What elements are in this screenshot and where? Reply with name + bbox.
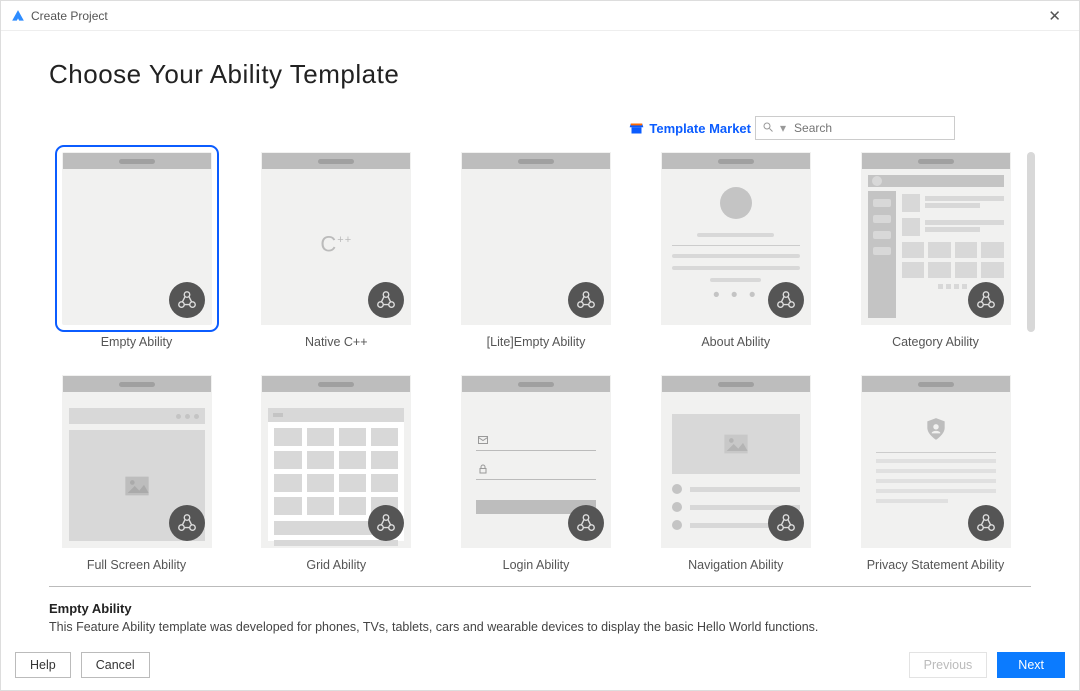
template-item[interactable]: Navigation Ability xyxy=(648,375,823,572)
ability-badge-icon xyxy=(968,282,1004,318)
footer: Help Cancel Previous Next xyxy=(1,646,1079,690)
search-icon xyxy=(762,121,774,135)
toolbar: Template Market ▾ xyxy=(49,114,1031,142)
previous-button[interactable]: Previous xyxy=(909,652,988,678)
template-thumbnail[interactable] xyxy=(661,375,811,548)
page-title: Choose Your Ability Template xyxy=(49,59,1031,90)
template-thumbnail[interactable]: C++ xyxy=(261,152,411,325)
next-button[interactable]: Next xyxy=(997,652,1065,678)
template-item[interactable]: Category Ability xyxy=(848,152,1023,349)
window-title: Create Project xyxy=(31,9,108,23)
template-label: [Lite]Empty Ability xyxy=(487,335,586,349)
template-label: Full Screen Ability xyxy=(87,558,186,572)
scrollbar[interactable] xyxy=(1027,152,1035,332)
ability-badge-icon xyxy=(368,505,404,541)
ability-badge-icon xyxy=(368,282,404,318)
template-label: Category Ability xyxy=(892,335,979,349)
template-item[interactable]: Empty Ability xyxy=(49,152,224,349)
window: Create Project ✕ Choose Your Ability Tem… xyxy=(0,0,1080,691)
template-thumbnail[interactable] xyxy=(62,152,212,325)
template-label: Navigation Ability xyxy=(688,558,783,572)
ability-badge-icon xyxy=(768,282,804,318)
template-label: Privacy Statement Ability xyxy=(867,558,1005,572)
template-label: About Ability xyxy=(701,335,770,349)
search-input[interactable]: ▾ xyxy=(755,116,955,140)
template-thumbnail[interactable] xyxy=(461,375,611,548)
template-thumbnail[interactable] xyxy=(461,152,611,325)
template-thumbnail[interactable] xyxy=(261,375,411,548)
titlebar: Create Project ✕ xyxy=(1,1,1079,31)
template-item[interactable]: Login Ability xyxy=(449,375,624,572)
ability-badge-icon xyxy=(568,282,604,318)
template-item[interactable]: Grid Ability xyxy=(249,375,424,572)
template-market-label: Template Market xyxy=(649,121,751,136)
ability-badge-icon xyxy=(169,505,205,541)
template-thumbnail[interactable] xyxy=(861,152,1011,325)
template-gallery: Empty Ability C++ Native C++ [Lite]Empty Ab… xyxy=(49,152,1031,587)
template-item[interactable]: [Lite]Empty Ability xyxy=(449,152,624,349)
template-label: Empty Ability xyxy=(101,335,173,349)
ability-badge-icon xyxy=(768,505,804,541)
template-thumbnail[interactable] xyxy=(62,375,212,548)
template-market-link[interactable]: Template Market xyxy=(629,121,751,136)
template-description: Empty Ability This Feature Ability templ… xyxy=(49,601,1031,634)
app-icon xyxy=(11,9,25,23)
template-label: Native C++ xyxy=(305,335,368,349)
cancel-button[interactable]: Cancel xyxy=(81,652,150,678)
description-title: Empty Ability xyxy=(49,601,1031,616)
template-item[interactable]: C++ Native C++ xyxy=(249,152,424,349)
help-button[interactable]: Help xyxy=(15,652,71,678)
description-text: This Feature Ability template was develo… xyxy=(49,620,1031,634)
ability-badge-icon xyxy=(568,505,604,541)
close-button[interactable]: ✕ xyxy=(1040,3,1069,29)
search-field[interactable] xyxy=(792,120,948,136)
template-label: Grid Ability xyxy=(306,558,366,572)
ability-badge-icon xyxy=(968,505,1004,541)
template-item[interactable]: Full Screen Ability xyxy=(49,375,224,572)
template-item[interactable]: Privacy Statement Ability xyxy=(848,375,1023,572)
ability-badge-icon xyxy=(169,282,205,318)
template-thumbnail[interactable]: • • • xyxy=(661,152,811,325)
market-icon xyxy=(629,121,644,136)
template-thumbnail[interactable] xyxy=(861,375,1011,548)
template-label: Login Ability xyxy=(503,558,570,572)
template-item[interactable]: • • • About Ability xyxy=(648,152,823,349)
